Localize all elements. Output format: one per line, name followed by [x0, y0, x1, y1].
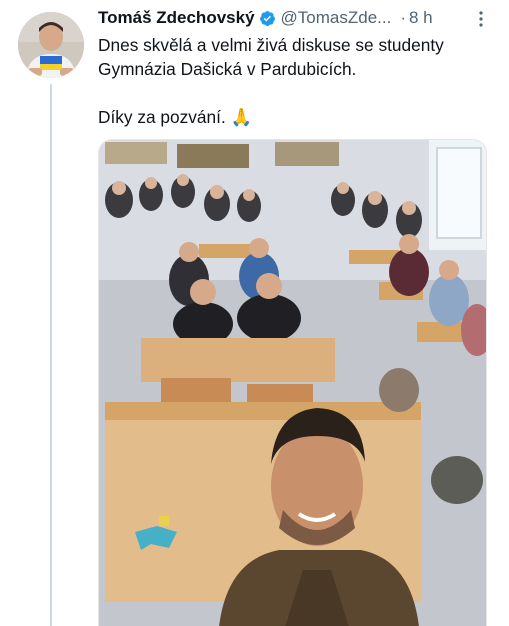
timestamp[interactable]: 8 h	[409, 8, 433, 28]
author-name[interactable]: Tomáš Zdechovský	[98, 8, 255, 28]
more-icon[interactable]	[478, 11, 484, 27]
author-handle[interactable]: @TomasZde...	[281, 8, 392, 28]
tweet-photo[interactable]	[98, 139, 487, 626]
thread-line	[50, 84, 52, 626]
separator-dot: ·	[400, 8, 406, 27]
verified-icon	[259, 10, 275, 26]
author-avatar[interactable]	[18, 12, 84, 78]
tweet-text: Dnes skvělá a velmi živá diskuse se stud…	[98, 35, 444, 127]
tweet-header: Tomáš Zdechovský @TomasZde... · 8 h	[98, 7, 490, 29]
